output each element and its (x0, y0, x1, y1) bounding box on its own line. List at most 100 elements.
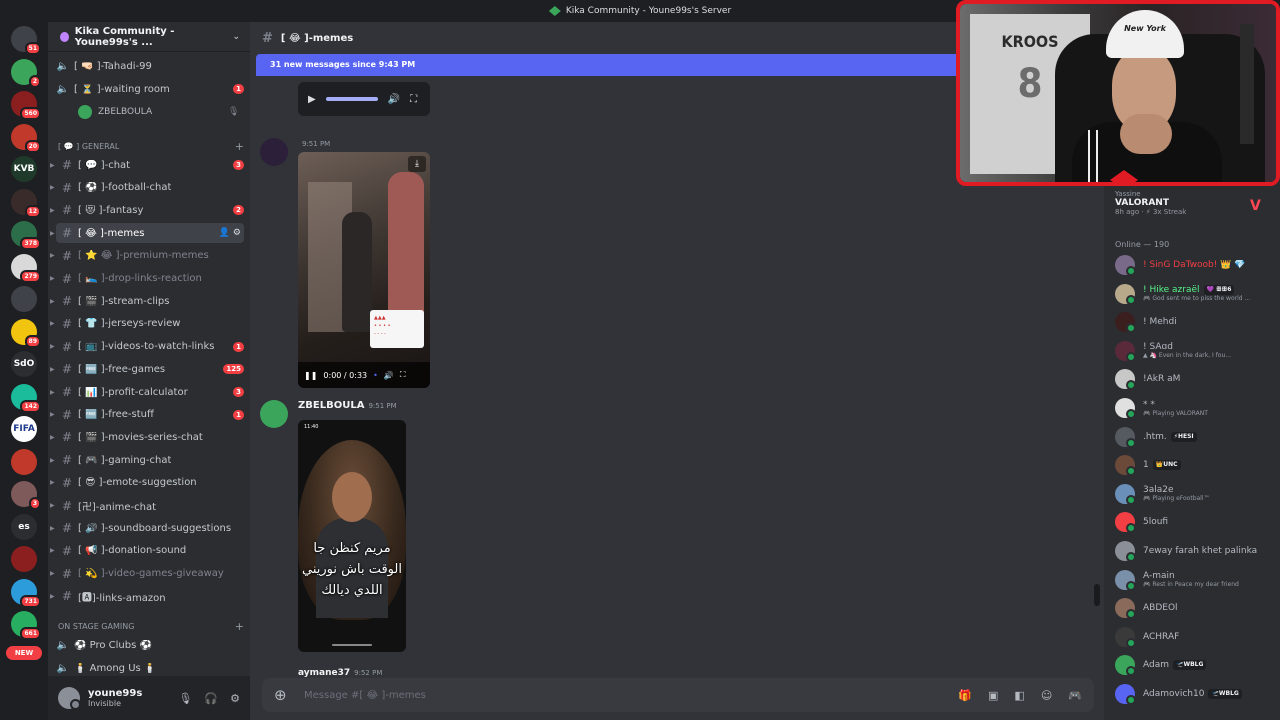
message-input[interactable] (304, 689, 959, 701)
channel-item[interactable]: ▶ # [ 💬 ]-chat 3 (50, 155, 244, 175)
caret-right-icon[interactable]: ▶ (50, 570, 60, 577)
user-info[interactable]: youne99s Invisible (88, 688, 142, 708)
channel-item[interactable]: ▶ # [ 📊 ]-profit-calculator 3 (50, 382, 244, 402)
add-member-icon[interactable]: 👤 (219, 228, 233, 238)
avatar[interactable] (260, 400, 288, 428)
server-4[interactable]: 20 (11, 123, 41, 153)
server-3[interactable]: 560 (11, 91, 41, 120)
channel-item[interactable]: ▶ # [ 😂 ]-memes 👤⚙ (50, 223, 244, 244)
new-messages-banner[interactable]: 31 new messages since 9:43 PM (256, 54, 1016, 76)
video-attachment[interactable]: 11:40 مريم كنظن جا الوقت باش نوريني اللد… (298, 420, 406, 652)
gear-icon[interactable]: ⚙ (233, 228, 244, 238)
server-10[interactable]: 89 (11, 318, 41, 348)
stage-channel-pro-clubs[interactable]: 🔈 ⚽ Pro Clubs ⚽ (56, 635, 244, 655)
voice-user[interactable]: ZBELBOULA 🎙 (78, 103, 239, 121)
member-item[interactable]: .htm. ⚡HESI (1115, 426, 1277, 448)
caret-right-icon[interactable]: ▶ (50, 184, 60, 191)
server-18[interactable]: 731 (11, 578, 41, 608)
volume-icon[interactable]: 🔊 (388, 94, 400, 105)
channel-item[interactable]: ▶ # [ 🛌 ]-drop-links-reaction (50, 269, 244, 289)
avatar[interactable] (260, 138, 288, 166)
member-item[interactable]: 1 👑UNC (1115, 454, 1277, 477)
caret-right-icon[interactable]: ▶ (50, 434, 60, 441)
server-7[interactable]: 378 (11, 221, 41, 250)
server-es[interactable]: es (11, 513, 37, 540)
activity-card[interactable]: Yassine VALORANT 8h ago · ⚡ 3x Streak V (1104, 186, 1280, 228)
channel-item[interactable]: ▶ # [🅰]-links-amazon (50, 586, 244, 606)
channel-item[interactable]: ▶ # [ 📢 ]-donation-sound (50, 541, 244, 561)
member-item[interactable]: * * 🎮 Playing VALORANT (1115, 397, 1277, 419)
discord-home[interactable]: 51 (11, 26, 41, 55)
member-item[interactable]: ! Mehdi (1115, 311, 1277, 334)
server-2[interactable]: 2 (11, 58, 41, 88)
fullscreen-icon[interactable]: ⛶ (410, 94, 417, 105)
gift-icon[interactable]: 🎁 (958, 689, 972, 702)
stage-channel-among-us[interactable]: 🔈 🕯️ Among Us 🕯️ (56, 658, 244, 678)
category-general[interactable]: [ 💬 ] GENERAL + (58, 138, 244, 154)
channel-item[interactable]: ▶ # [ 🔊 ]-soundboard-suggestions (50, 518, 244, 538)
server-12[interactable]: 142 (11, 383, 41, 413)
add-channel-icon[interactable]: + (235, 620, 244, 633)
member-item[interactable]: !AkR aM (1115, 368, 1277, 391)
caret-right-icon[interactable]: ▶ (50, 502, 60, 509)
member-item[interactable]: Adam 🛫WBLG (1115, 654, 1277, 677)
channel-item[interactable]: ▶ # [ 🆓 ]-free-games 125 (50, 359, 244, 379)
gif-icon[interactable]: ▣ (988, 689, 998, 702)
caret-right-icon[interactable]: ▶ (50, 389, 60, 396)
channel-item[interactable]: ▶ # [ 💫 ]-video-games-giveaway (50, 564, 244, 584)
caret-right-icon[interactable]: ▶ (50, 230, 60, 237)
caret-right-icon[interactable]: ▶ (50, 411, 60, 418)
server-6[interactable]: 12 (11, 188, 41, 218)
member-item[interactable]: 3ala2e 🎮 Playing eFootball™ (1115, 483, 1277, 505)
volume-slider[interactable] (325, 97, 378, 101)
server-header[interactable]: Kika Community - Youne99s's ... ⌄ (48, 22, 250, 52)
caret-right-icon[interactable]: ▶ (50, 320, 60, 327)
channel-item[interactable]: ▶ # [ 🎮 ]-gaming-chat (50, 450, 244, 470)
caret-right-icon[interactable]: ▶ (50, 275, 60, 282)
member-item[interactable]: ACHRAF (1115, 626, 1277, 648)
headphones-icon[interactable]: 🎧 (204, 692, 218, 705)
server-17[interactable] (11, 546, 37, 572)
server-8[interactable]: 279 (11, 253, 41, 283)
server-kvb[interactable]: KVB (11, 156, 37, 182)
sticker-icon[interactable]: ◧ (1014, 689, 1024, 702)
channel-item[interactable]: ▶ # [ 🆓 ]-free-stuff 1 (50, 405, 244, 425)
member-item[interactable]: ABDEOl (1115, 597, 1277, 620)
play-icon[interactable]: ▶ (308, 94, 316, 105)
avatar[interactable] (58, 687, 81, 710)
channel-item[interactable]: ▶ # [卍]-anime-chat (50, 496, 244, 516)
chevron-down-icon[interactable]: ⌄ (232, 32, 240, 42)
member-item[interactable]: ! SinG DaTwoob! 👑 💎 (1115, 254, 1277, 276)
caret-right-icon[interactable]: ▶ (50, 593, 60, 600)
member-item[interactable]: 5loufi (1115, 511, 1277, 534)
new-badge[interactable]: NEW (6, 645, 42, 660)
caret-right-icon[interactable]: ▶ (50, 457, 60, 464)
download-icon[interactable]: ⤓ (408, 156, 426, 172)
video-attachment[interactable]: ▲▲▲ • • • • - - - - ⤓ ❚❚ 0:00 / 0:33 • 🔊 ⛶ (298, 152, 430, 388)
caret-right-icon[interactable]: ▶ (50, 252, 60, 259)
caret-right-icon[interactable]: ▶ (50, 162, 60, 169)
fullscreen-icon[interactable]: ⛶ (400, 370, 406, 380)
caret-right-icon[interactable]: ▶ (50, 207, 60, 214)
channel-item[interactable]: ▶ # [ 🎬 ]-stream-clips (50, 291, 244, 311)
pause-icon[interactable]: ❚❚ (304, 371, 317, 380)
channel-item[interactable]: ▶ # [ 😎 ]-emote-suggestion (50, 473, 244, 493)
scrollbar[interactable] (1094, 584, 1100, 606)
add-attachment-icon[interactable]: ⊕ (274, 686, 290, 704)
server-14[interactable] (11, 448, 37, 475)
voice-channel-tahadi[interactable]: 🔈 [ 🤜🏻 ]-Tahadi-99 (56, 56, 244, 76)
channel-item[interactable]: ▶ # [ ⚽ ]-football-chat (50, 178, 244, 198)
channel-item[interactable]: ▶ # [ ⭐ 😂 ]-premium-memes (50, 246, 244, 266)
microphone-icon[interactable]: 🎙 (178, 692, 192, 705)
add-channel-icon[interactable]: + (235, 140, 244, 153)
progress-dot[interactable]: • (373, 371, 378, 380)
category-stage[interactable]: On Stage Gaming + (58, 618, 244, 634)
server-19[interactable]: 661 (11, 611, 41, 640)
server-sdo[interactable]: SdO (11, 351, 37, 377)
message-author[interactable]: ZBELBOULA (298, 400, 364, 411)
member-item[interactable]: A-main 🎮 Rest in Peace my dear friend (1115, 569, 1277, 591)
channel-item[interactable]: ▶ # [ 🎬 ]-movies-series-chat (50, 427, 244, 447)
caret-right-icon[interactable]: ▶ (50, 298, 60, 305)
channel-item[interactable]: ▶ # [ 📺 ]-videos-to-watch-links 1 (50, 337, 244, 357)
channel-item[interactable]: ▶ # [ 😻 ]-fantasy 2 (50, 200, 244, 220)
